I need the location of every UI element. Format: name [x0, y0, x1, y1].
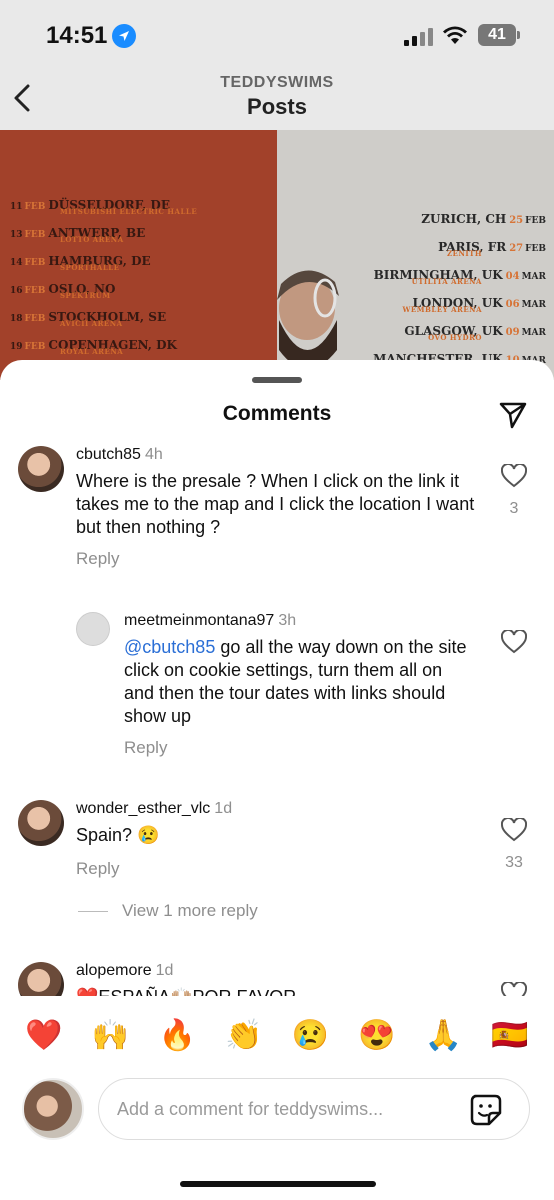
avatar[interactable]: [18, 800, 64, 846]
avatar[interactable]: [18, 446, 64, 492]
view-more-replies[interactable]: View 1 more reply: [78, 901, 258, 921]
status-bar: 14:51 41: [0, 0, 554, 70]
avatar[interactable]: [76, 612, 110, 646]
sheet-grabber[interactable]: [252, 377, 302, 383]
reaction-crying[interactable]: 😢: [290, 1018, 330, 1054]
page-title: Posts: [247, 94, 307, 119]
poster-dim-overlay: [0, 130, 554, 380]
view-more-label: View 1 more reply: [122, 901, 258, 920]
comment-username[interactable]: alopemore 1d: [76, 962, 173, 980]
status-time: 14:51: [46, 22, 108, 49]
reaction-fire[interactable]: 🔥: [157, 1018, 197, 1054]
sticker-icon[interactable]: [469, 1093, 503, 1127]
comment-text: Where is the presale ? When I click on t…: [76, 471, 475, 537]
reaction-pray[interactable]: 🙏: [423, 1018, 463, 1054]
comment-text: Spain? 😢: [76, 825, 160, 845]
reaction-heart[interactable]: ❤️: [24, 1018, 64, 1054]
comment-input-container[interactable]: [98, 1078, 530, 1140]
location-arrow-icon: [112, 24, 136, 48]
reaction-spain-flag[interactable]: 🇪🇸: [490, 1018, 530, 1054]
comment-text: ❤️ESPAÑA🙌🏼POR FAVOR: [76, 986, 476, 996]
reaction-clap[interactable]: 👏: [224, 1018, 264, 1054]
comment-username[interactable]: wonder_esther_vlc 1d: [76, 800, 232, 818]
sheet-title: Comments: [222, 402, 332, 425]
user-mention[interactable]: @cbutch85: [124, 637, 215, 657]
cellular-signal-icon: [404, 28, 433, 46]
reply-button[interactable]: Reply: [76, 549, 119, 569]
comment-text: @cbutch85 go all the way down on the sit…: [124, 637, 467, 726]
heart-icon[interactable]: [501, 818, 527, 842]
post-image[interactable]: 11 FEB DÜSSELDORF, DE MITSUBISHI ELECTRIC …: [0, 130, 554, 380]
quick-reaction-bar: ❤️ 🙌 🔥 👏 😢 😍 🙏 🇪🇸: [0, 1010, 554, 1062]
nav-header: TEDDYSWIMS Posts: [0, 70, 554, 130]
heart-icon[interactable]: [501, 630, 527, 654]
wifi-icon: [443, 26, 467, 44]
comment-input[interactable]: [117, 1098, 457, 1120]
reply-button[interactable]: Reply: [76, 859, 119, 879]
comment-composer: [0, 1076, 554, 1144]
reaction-heart-eyes[interactable]: 😍: [357, 1018, 397, 1054]
comment-username[interactable]: cbutch85 4h: [76, 446, 163, 464]
avatar[interactable]: [18, 962, 64, 996]
home-indicator[interactable]: [180, 1181, 376, 1187]
comment-username[interactable]: meetmeinmontana97 3h: [124, 612, 296, 630]
reaction-raised-hands[interactable]: 🙌: [91, 1018, 131, 1054]
account-name[interactable]: TEDDYSWIMS: [0, 74, 554, 92]
reply-button[interactable]: Reply: [124, 738, 167, 758]
heart-icon[interactable]: [501, 464, 527, 488]
share-paper-plane-icon[interactable]: [498, 400, 528, 430]
heart-icon[interactable]: [501, 982, 527, 996]
battery-icon: 41: [478, 24, 520, 46]
like-count: 3: [509, 500, 519, 517]
divider: [78, 910, 108, 912]
like-count: 33: [505, 854, 523, 871]
comments-list[interactable]: cbutch85 4h Where is the presale ? When I…: [0, 444, 554, 996]
my-avatar: [22, 1078, 84, 1140]
